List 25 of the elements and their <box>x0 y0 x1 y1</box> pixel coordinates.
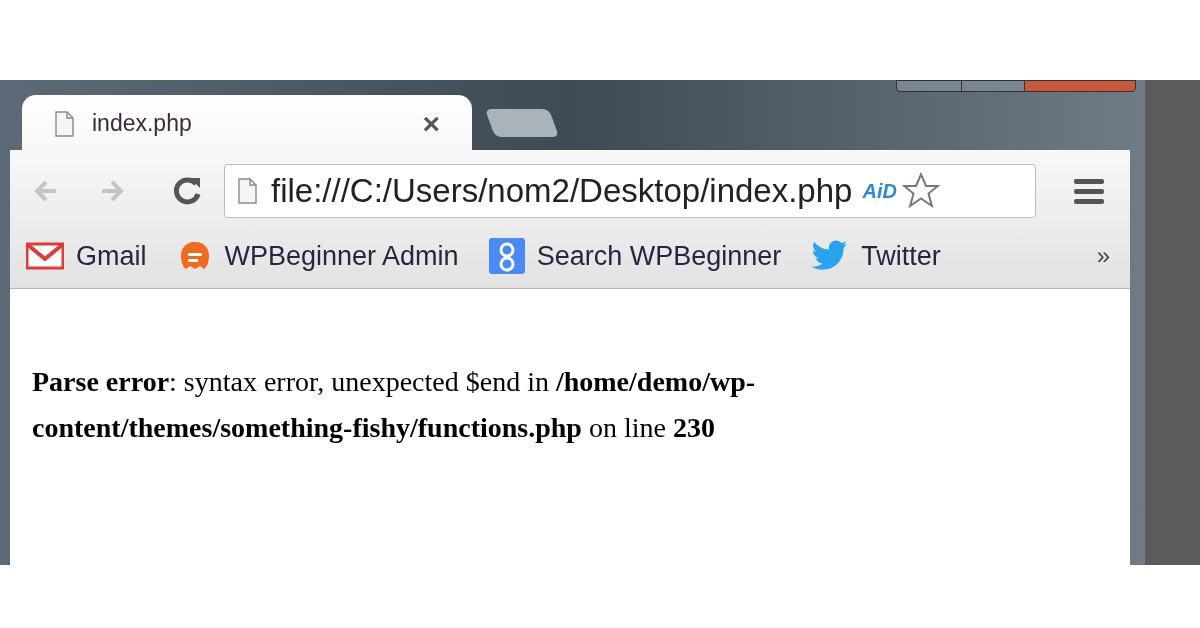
address-text[interactable]: file:///C:/Users/nom2/Desktop/index.php <box>271 166 853 216</box>
close-icon[interactable]: × <box>422 108 440 139</box>
gmail-icon <box>26 242 64 270</box>
file-icon <box>54 110 74 137</box>
bookmark-label: WPBeginner Admin <box>224 239 459 273</box>
error-message: Parse error: syntax error, unexpected $end in /home/demo/wp-content/themes/something-fishy/functions.php on line 230 <box>32 365 757 445</box>
star-icon[interactable] <box>900 171 941 211</box>
browser-tab[interactable]: index.php × <box>22 95 472 152</box>
maximize-button[interactable] <box>962 80 1024 92</box>
bookmark-item[interactable]: Search WPBeginner <box>488 236 782 276</box>
bookmark-label: Gmail <box>76 239 147 273</box>
tab-title: index.php <box>92 109 192 139</box>
bookmark-item[interactable]: Twitter <box>811 236 941 276</box>
bookmark-item[interactable]: Gmail <box>26 236 147 276</box>
bookmark-label: Search WPBeginner <box>536 239 782 273</box>
bird-icon <box>811 240 850 272</box>
bookmark-item[interactable]: WPBeginner Admin <box>176 236 459 276</box>
overflow-chevron-icon[interactable]: » <box>1096 238 1110 274</box>
extension-label[interactable]: AiD <box>862 176 897 206</box>
google-icon <box>488 238 525 274</box>
file-icon <box>237 178 257 204</box>
bookmark-label: Twitter <box>861 239 941 273</box>
close-button[interactable] <box>1024 80 1136 92</box>
minimize-button[interactable] <box>896 80 962 92</box>
menu-icon[interactable] <box>1074 177 1104 205</box>
